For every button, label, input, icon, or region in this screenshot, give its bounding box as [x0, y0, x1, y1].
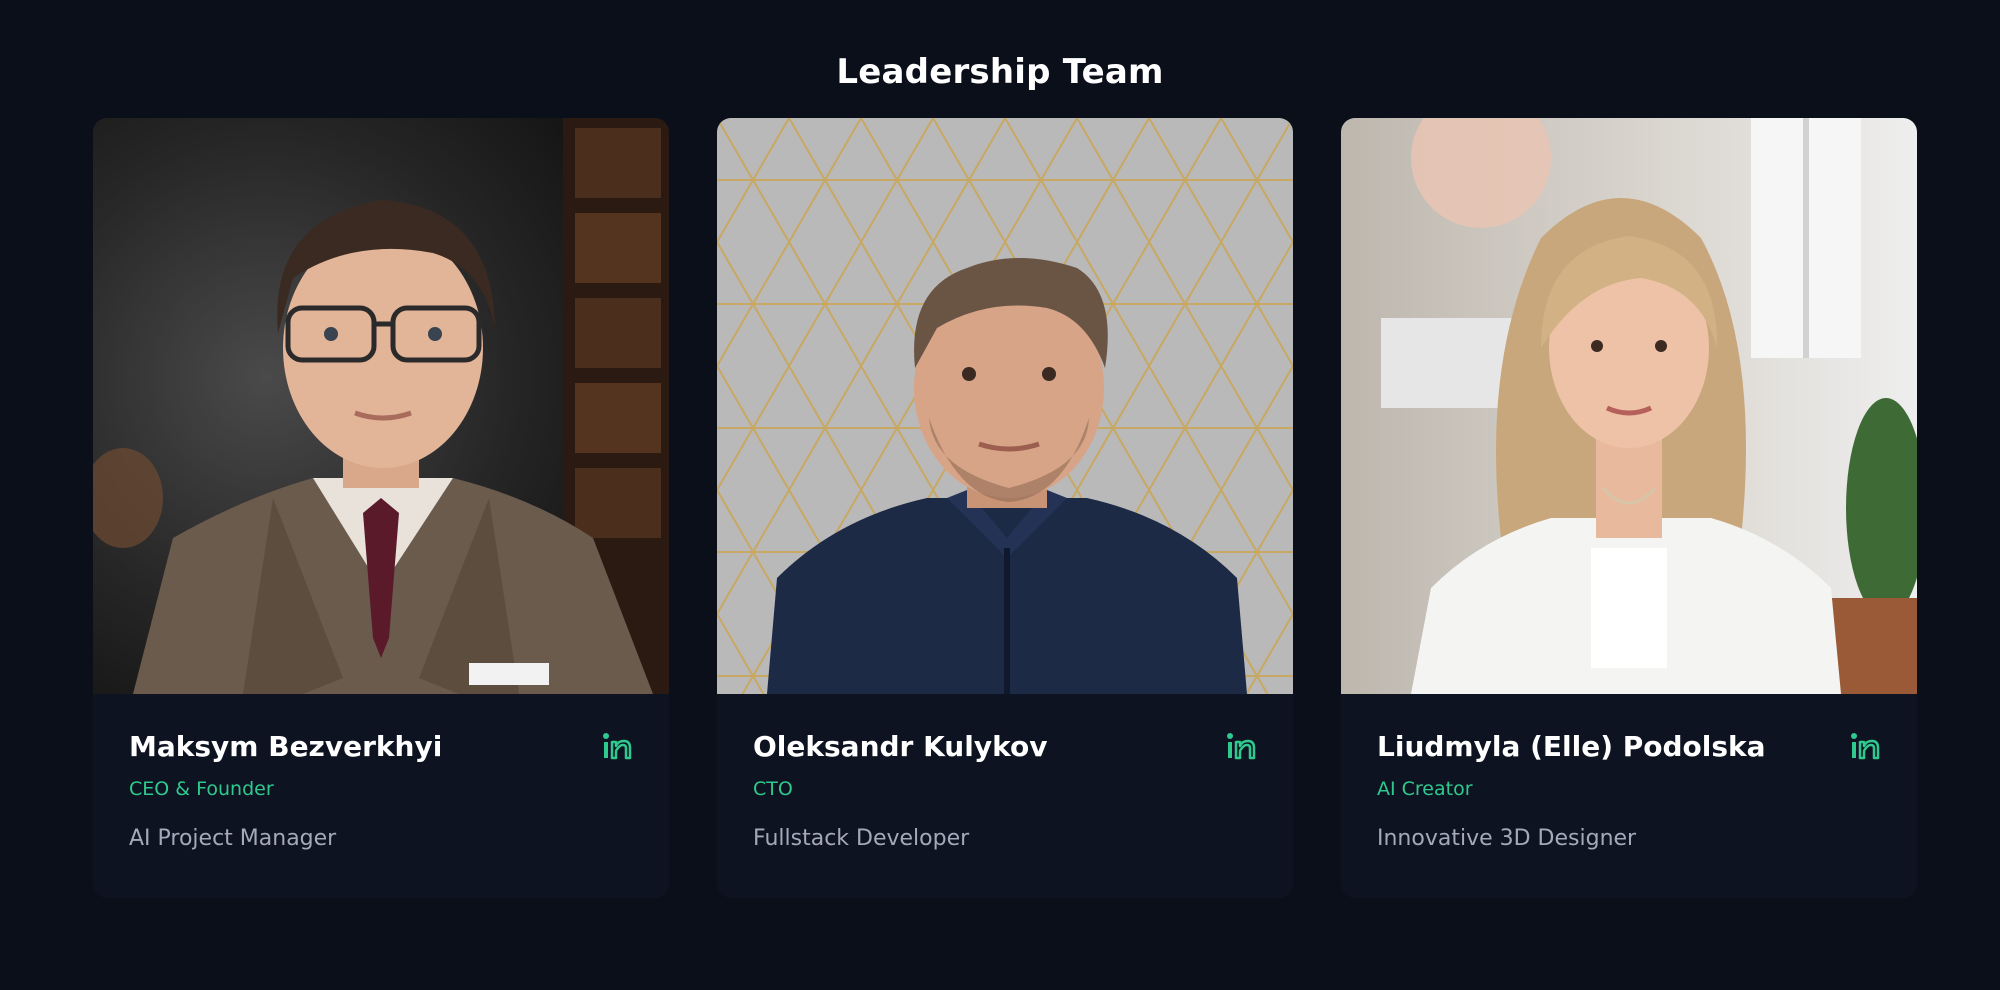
- member-info: Liudmyla (Elle) Podolska AI Creator Inno…: [1341, 694, 1917, 851]
- member-description: AI Project Manager: [129, 825, 337, 851]
- member-role: CEO & Founder: [129, 777, 274, 800]
- team-card-liudmyla: Liudmyla (Elle) Podolska AI Creator Inno…: [1341, 118, 1917, 898]
- leadership-section: Leadership Team Maksym Bezverkhyi CEO & …: [0, 0, 2000, 990]
- linkedin-icon[interactable]: [1849, 730, 1881, 762]
- linkedin-icon[interactable]: [601, 730, 633, 762]
- member-name: Liudmyla (Elle) Podolska: [1377, 730, 1766, 763]
- linkedin-icon[interactable]: [1225, 730, 1257, 762]
- member-name: Maksym Bezverkhyi: [129, 730, 443, 763]
- team-card-oleksandr: Oleksandr Kulykov CTO Fullstack Develope…: [717, 118, 1293, 898]
- member-role: CTO: [753, 777, 793, 800]
- team-card-maksym: Maksym Bezverkhyi CEO & Founder AI Proje…: [93, 118, 669, 898]
- member-info: Oleksandr Kulykov CTO Fullstack Develope…: [717, 694, 1293, 851]
- member-photo: [717, 118, 1293, 694]
- section-title: Leadership Team: [836, 52, 1164, 93]
- team-cards: Maksym Bezverkhyi CEO & Founder AI Proje…: [93, 118, 1917, 898]
- member-role: AI Creator: [1377, 777, 1473, 800]
- member-description: Fullstack Developer: [753, 825, 970, 851]
- member-info: Maksym Bezverkhyi CEO & Founder AI Proje…: [93, 694, 669, 851]
- member-photo: [1341, 118, 1917, 694]
- member-name: Oleksandr Kulykov: [753, 730, 1048, 763]
- member-description: Innovative 3D Designer: [1377, 825, 1637, 851]
- member-photo: [93, 118, 669, 694]
